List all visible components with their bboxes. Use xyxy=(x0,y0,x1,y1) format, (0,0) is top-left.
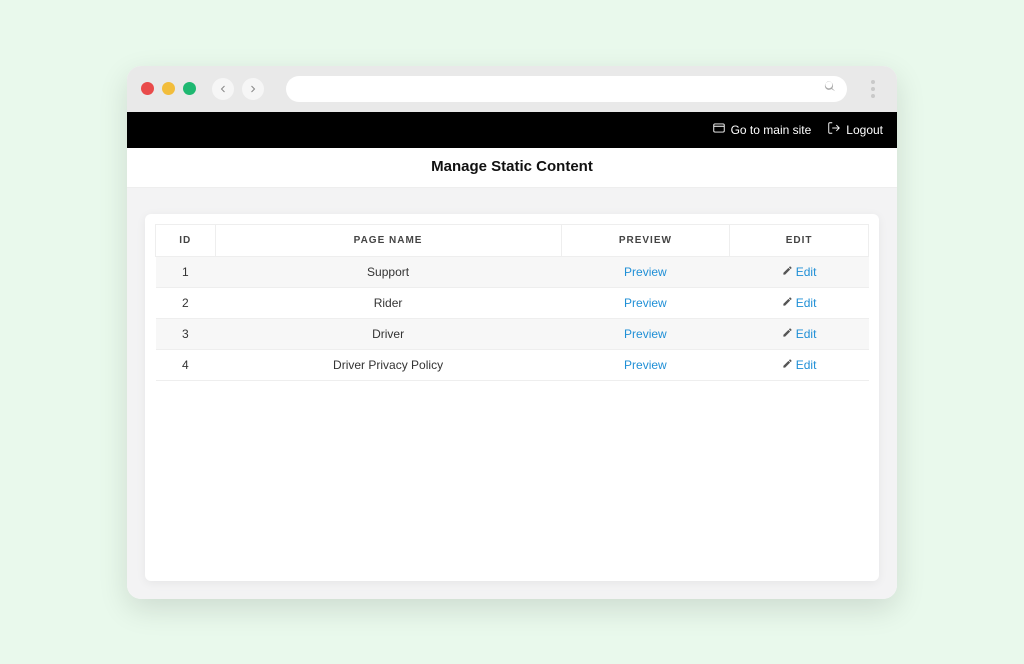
content-area: ID Page Name Preview Edit 1SupportPrevie… xyxy=(127,188,897,599)
edit-label: Edit xyxy=(796,358,817,372)
address-bar[interactable] xyxy=(286,76,847,102)
header-preview: Preview xyxy=(561,224,730,256)
website-icon xyxy=(712,121,726,138)
cell-page-name: Rider xyxy=(215,287,561,318)
header-page-name: Page Name xyxy=(215,224,561,256)
edit-link[interactable]: Edit xyxy=(782,265,817,279)
edit-link[interactable]: Edit xyxy=(782,296,817,310)
main-site-link[interactable]: Go to main site xyxy=(712,121,812,138)
header-edit: Edit xyxy=(730,224,869,256)
back-button[interactable] xyxy=(212,78,234,100)
pencil-icon xyxy=(782,358,793,372)
minimize-window-icon[interactable] xyxy=(162,82,175,95)
cell-id: 1 xyxy=(156,256,216,287)
cell-page-name: Driver xyxy=(215,318,561,349)
content-table: ID Page Name Preview Edit 1SupportPrevie… xyxy=(155,224,869,381)
table-card: ID Page Name Preview Edit 1SupportPrevie… xyxy=(145,214,879,581)
cell-id: 2 xyxy=(156,287,216,318)
browser-window: Go to main site Logout Manage Static Con… xyxy=(127,66,897,599)
preview-link[interactable]: Preview xyxy=(624,327,667,341)
menu-icon[interactable] xyxy=(863,80,883,98)
cell-preview: Preview xyxy=(561,318,730,349)
edit-link[interactable]: Edit xyxy=(782,358,817,372)
maximize-window-icon[interactable] xyxy=(183,82,196,95)
cell-edit: Edit xyxy=(730,349,869,380)
table-row: 3Driver Preview Edit xyxy=(156,318,869,349)
browser-chrome xyxy=(127,66,897,112)
cell-id: 3 xyxy=(156,318,216,349)
logout-label: Logout xyxy=(846,123,883,137)
cell-preview: Preview xyxy=(561,256,730,287)
table-header-row: ID Page Name Preview Edit xyxy=(156,224,869,256)
table-row: 4Driver Privacy Policy Preview Edit xyxy=(156,349,869,380)
logout-icon xyxy=(827,121,841,138)
pencil-icon xyxy=(782,296,793,310)
cell-id: 4 xyxy=(156,349,216,380)
preview-link[interactable]: Preview xyxy=(624,296,667,310)
preview-link[interactable]: Preview xyxy=(624,265,667,279)
page-title: Manage Static Content xyxy=(127,148,897,188)
forward-button[interactable] xyxy=(242,78,264,100)
pencil-icon xyxy=(782,327,793,341)
preview-link[interactable]: Preview xyxy=(624,358,667,372)
cell-edit: Edit xyxy=(730,318,869,349)
top-bar: Go to main site Logout xyxy=(127,112,897,148)
edit-label: Edit xyxy=(796,327,817,341)
cell-preview: Preview xyxy=(561,349,730,380)
main-site-label: Go to main site xyxy=(731,123,812,137)
search-icon xyxy=(823,79,837,98)
pencil-icon xyxy=(782,265,793,279)
traffic-lights xyxy=(141,82,196,95)
edit-label: Edit xyxy=(796,296,817,310)
header-id: ID xyxy=(156,224,216,256)
table-row: 1Support Preview Edit xyxy=(156,256,869,287)
edit-label: Edit xyxy=(796,265,817,279)
edit-link[interactable]: Edit xyxy=(782,327,817,341)
cell-edit: Edit xyxy=(730,287,869,318)
cell-page-name: Driver Privacy Policy xyxy=(215,349,561,380)
cell-page-name: Support xyxy=(215,256,561,287)
logout-link[interactable]: Logout xyxy=(827,121,883,138)
cell-preview: Preview xyxy=(561,287,730,318)
table-row: 2Rider Preview Edit xyxy=(156,287,869,318)
cell-edit: Edit xyxy=(730,256,869,287)
close-window-icon[interactable] xyxy=(141,82,154,95)
